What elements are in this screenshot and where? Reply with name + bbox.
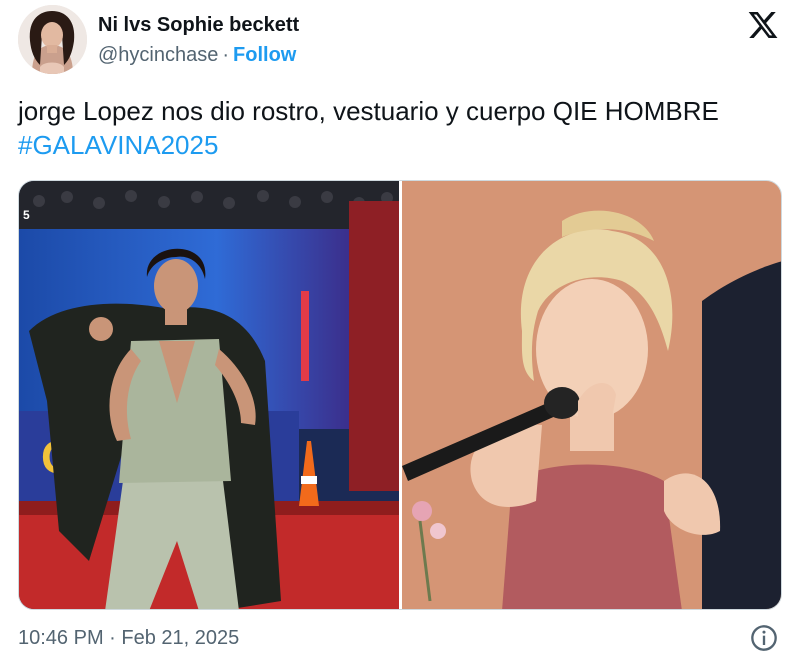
media-grid: Go 5: [18, 180, 782, 610]
tweet-text: jorge Lopez nos dio rostro, vestuario y …: [18, 94, 778, 162]
timestamp-link[interactable]: 10:46 PM · Feb 21, 2025: [18, 627, 239, 650]
tweet-date: Feb 21, 2025: [121, 627, 240, 649]
tweet-header: Ni lvs Sophie beckett @hycinchase · Follow: [18, 5, 782, 75]
photo-red-carpet[interactable]: Go 5: [19, 181, 399, 609]
handle-row: @hycinchase · Follow: [98, 43, 299, 67]
hashtag-link[interactable]: #GALAVINA2025: [18, 130, 218, 160]
tweet-body: jorge Lopez nos dio rostro, vestuario y …: [18, 96, 719, 126]
x-logo-icon[interactable]: [746, 9, 780, 41]
tweet-time: 10:46 PM: [18, 627, 104, 649]
timestamp-separator: ·: [109, 627, 116, 649]
info-icon[interactable]: [750, 624, 778, 652]
photo-blonde-woman[interactable]: [402, 181, 781, 609]
display-name[interactable]: Ni lvs Sophie beckett: [98, 13, 299, 37]
photo-red-carpet-man: Go 5: [19, 181, 399, 609]
photo-blonde-woman-microphone: [402, 181, 781, 609]
follow-button[interactable]: Follow: [233, 44, 296, 66]
tweet-footer: 10:46 PM · Feb 21, 2025: [18, 622, 782, 656]
avatar-image: [18, 5, 87, 74]
handle[interactable]: @hycinchase: [98, 44, 218, 66]
handle-separator: ·: [222, 44, 230, 66]
author-block: Ni lvs Sophie beckett @hycinchase · Follow: [98, 13, 299, 67]
avatar[interactable]: [18, 5, 87, 74]
corner-mark: 5: [23, 208, 30, 222]
